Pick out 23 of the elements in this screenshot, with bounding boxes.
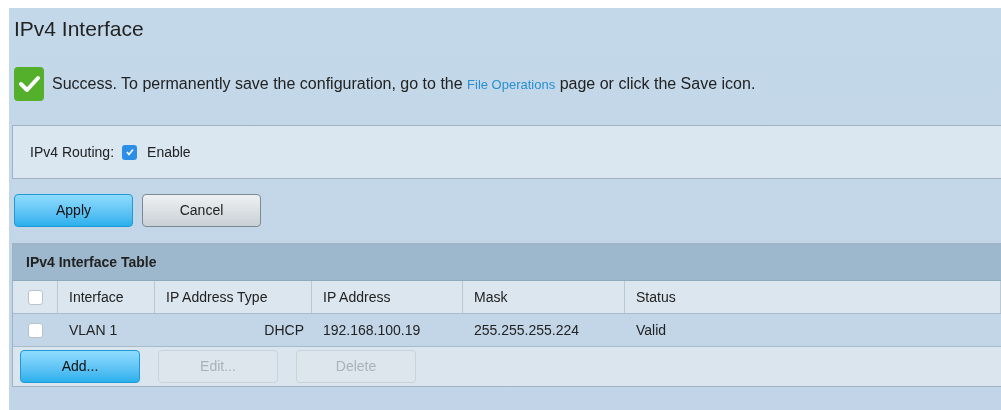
success-check-icon: [14, 67, 44, 101]
add-button[interactable]: Add...: [20, 350, 140, 383]
table-cell-text: 255.255.255.224: [474, 320, 580, 340]
table-cell-text: 192.168.100.19: [323, 320, 421, 340]
routing-checkbox[interactable]: [122, 144, 138, 160]
enable-label: Enable: [147, 142, 191, 162]
column-header: Status: [636, 287, 676, 307]
column-header: Mask: [474, 287, 508, 307]
column-header: IP Address Type: [166, 287, 268, 307]
column-header: IP Address: [323, 287, 391, 307]
select-all-checkbox[interactable]: [27, 289, 43, 305]
success-message: Success. To permanently save the configuration, go to the File Operations page or click the Save icon.: [52, 74, 756, 94]
cancel-button[interactable]: Cancel: [142, 194, 261, 227]
table-cell-text: DHCP: [264, 320, 304, 340]
table-cell-text: Valid: [636, 320, 667, 340]
page-title: IPv4 Interface: [13, 16, 144, 42]
apply-button[interactable]: Apply: [14, 194, 133, 227]
table-title: IPv4 Interface Table: [13, 244, 1001, 280]
routing-label: IPv4 Routing:: [30, 142, 115, 162]
row-checkbox[interactable]: [28, 322, 43, 338]
check-icon: [124, 147, 135, 157]
table-cell-text: VLAN 1: [69, 320, 118, 340]
column-header: Interface: [69, 287, 124, 307]
